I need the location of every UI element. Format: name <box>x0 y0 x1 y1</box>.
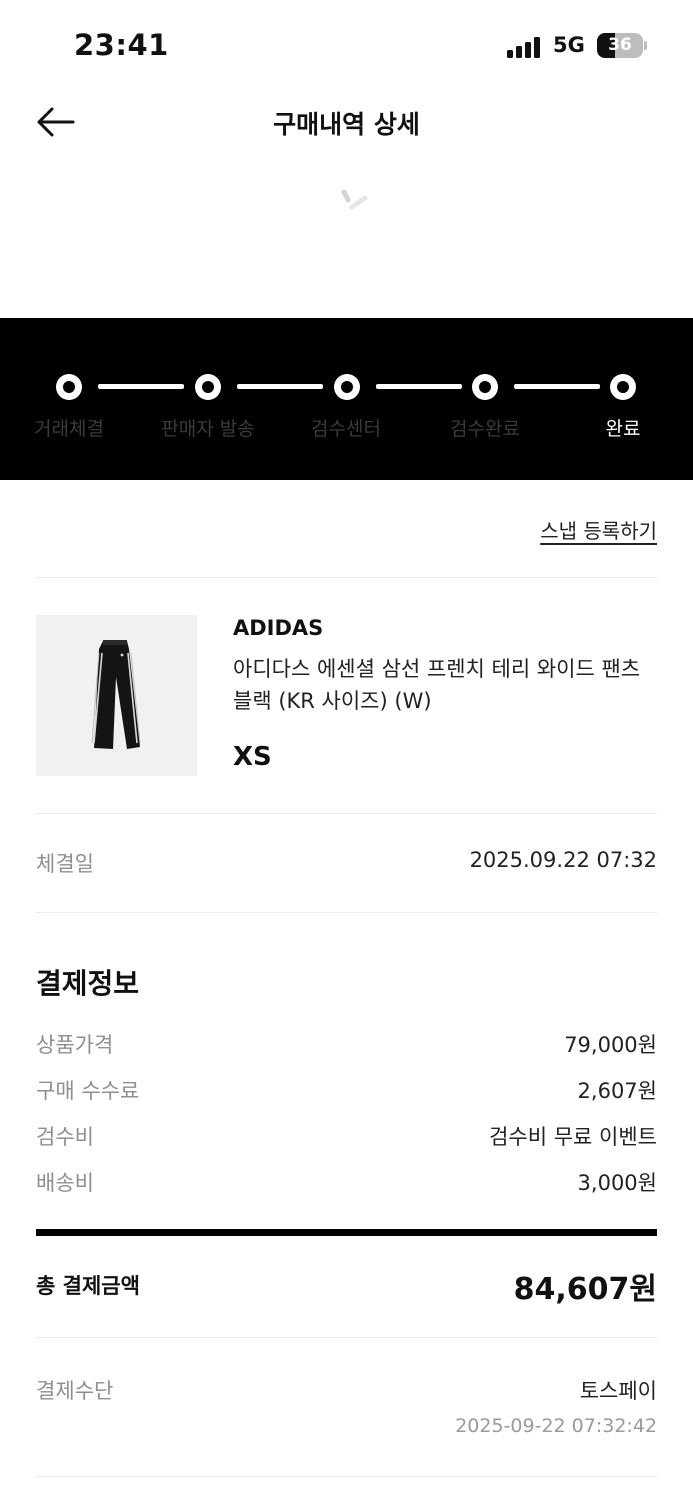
price-label: 상품가격 <box>36 1033 114 1057</box>
step-label-3: 검수센터 <box>311 418 381 440</box>
battery-icon: 36 <box>597 33 643 58</box>
shipping-fee-label: 배송비 <box>36 1171 94 1195</box>
step-line <box>514 384 600 389</box>
payment-method-label: 결제수단 <box>36 1379 114 1403</box>
divider <box>36 577 657 578</box>
divider <box>36 1476 657 1477</box>
step-label-2: 판매자 발송 <box>161 418 255 440</box>
step-dot-4 <box>472 374 498 400</box>
product-brand: ADIDAS <box>233 616 324 640</box>
step-line <box>376 384 462 389</box>
fee-label: 구매 수수료 <box>36 1079 140 1103</box>
step-label-1: 거래체결 <box>34 418 104 440</box>
status-bar: 23:41 5G 36 <box>0 0 693 90</box>
battery-tip <box>644 41 647 50</box>
step-line <box>237 384 323 389</box>
payment-info-title: 결제정보 <box>36 967 140 1000</box>
total-label: 총 결제금액 <box>36 1274 140 1298</box>
pants-image <box>91 640 141 749</box>
shipping-fee-value: 3,000원 <box>577 1171 657 1195</box>
fee-value: 2,607원 <box>577 1079 657 1103</box>
divider <box>36 912 657 913</box>
payment-method-value: 토스페이 <box>579 1379 657 1403</box>
product-size: XS <box>233 742 272 772</box>
price-value: 79,000원 <box>564 1033 657 1057</box>
step-label-4: 검수완료 <box>450 418 520 440</box>
battery-level: 36 <box>608 35 632 55</box>
product-image[interactable] <box>36 615 197 776</box>
divider <box>36 813 657 814</box>
product-name[interactable]: 아디다스 에센셜 삼선 프렌치 테리 와이드 팬츠 블랙 (KR 사이즈) (W… <box>233 653 653 717</box>
inspection-fee-value: 검수비 무료 이벤트 <box>489 1125 657 1149</box>
nav-bar: 구매내역 상세 <box>0 90 693 160</box>
network-label: 5G <box>553 33 585 57</box>
page-title: 구매내역 상세 <box>273 110 420 139</box>
total-divider <box>36 1229 657 1236</box>
snap-register-link[interactable]: 스냅 등록하기 <box>540 515 657 544</box>
divider <box>36 1337 657 1338</box>
trade-date-value: 2025.09.22 07:32 <box>469 848 657 872</box>
payment-timestamp: 2025-09-22 07:32:42 <box>455 1415 657 1437</box>
loading-spinner-icon <box>341 189 368 210</box>
step-dot-2 <box>195 374 221 400</box>
trade-date-label: 체결일 <box>36 852 94 876</box>
inspection-fee-label: 검수비 <box>36 1125 94 1149</box>
step-line <box>98 384 184 389</box>
progress-tracker: 거래체결 판매자 발송 검수센터 검수완료 완료 <box>0 318 693 480</box>
step-label-5: 완료 <box>605 418 641 440</box>
step-dot-5 <box>610 374 636 400</box>
step-dot-3 <box>334 374 360 400</box>
status-time: 23:41 <box>74 28 169 62</box>
step-dot-1 <box>56 374 82 400</box>
signal-icon <box>507 36 543 58</box>
total-value: 84,607원 <box>513 1272 657 1307</box>
